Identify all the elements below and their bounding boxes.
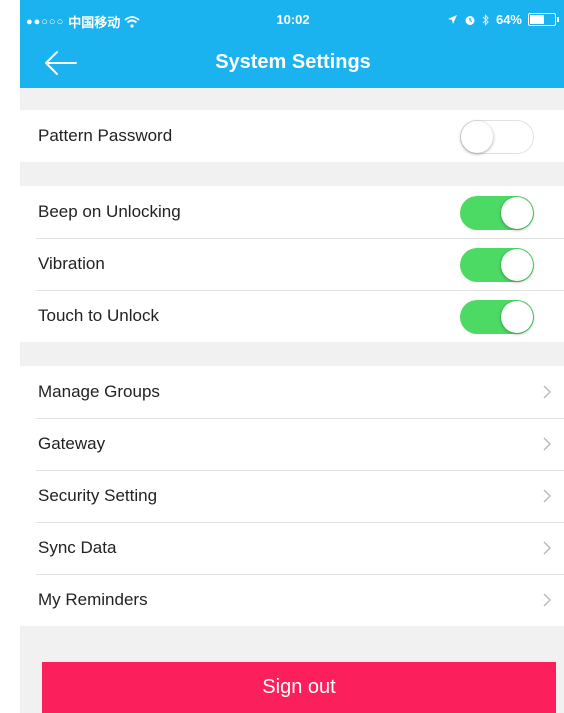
vibration-toggle[interactable] [460,248,534,282]
menu-item-label: Manage Groups [38,382,160,401]
touch-to-unlock-row: Touch to Unlock [20,290,564,342]
chevron-right-icon [543,489,551,503]
chevron-right-icon [543,437,551,451]
menu-item-my-reminders[interactable]: My Reminders [20,574,564,626]
nav-bar: System Settings [20,40,564,88]
beep-on-unlocking-label: Beep on Unlocking [38,202,181,221]
menu-item-sync-data[interactable]: Sync Data [20,522,564,574]
menu-item-label: Gateway [38,434,106,453]
pattern-password-label: Pattern Password [38,126,173,145]
menu-item-label: My Reminders [38,590,148,609]
page-title: System Settings [215,51,371,73]
vibration-label: Vibration [38,254,105,273]
unlock-options-group: Beep on Unlocking Vibration Touch to Unl… [20,186,564,342]
pattern-password-row: Pattern Password [20,110,564,162]
battery-icon [528,13,559,26]
bluetooth-icon [482,13,489,26]
menu-group: Manage Groups Gateway Security Setting S… [20,366,564,626]
touch-to-unlock-label: Touch to Unlock [38,306,159,325]
alarm-icon [465,15,475,25]
beep-on-unlocking-toggle[interactable] [460,196,534,230]
sign-out-button[interactable]: Sign out [42,662,556,713]
menu-item-label: Sync Data [38,538,117,557]
pattern-password-toggle[interactable] [460,120,534,154]
settings-screen: ●●○○○ 中国移动 10:02 64% System Settings Pat… [20,0,564,713]
chevron-right-icon [543,541,551,555]
beep-on-unlocking-row: Beep on Unlocking [20,186,564,238]
menu-item-gateway[interactable]: Gateway [20,418,564,470]
battery-percent: 64% [495,12,522,27]
menu-item-manage-groups[interactable]: Manage Groups [20,366,564,418]
status-bar: ●●○○○ 中国移动 10:02 64% [20,0,564,40]
menu-item-label: Security Setting [38,486,158,505]
chevron-right-icon [543,385,551,399]
vibration-row: Vibration [20,238,564,290]
clock: 10:02 [276,12,310,27]
security-group: Pattern Password [20,110,564,162]
chevron-right-icon [543,593,551,607]
touch-to-unlock-toggle[interactable] [460,300,534,334]
location-arrow-icon [447,15,457,24]
menu-item-security-setting[interactable]: Security Setting [20,470,564,522]
